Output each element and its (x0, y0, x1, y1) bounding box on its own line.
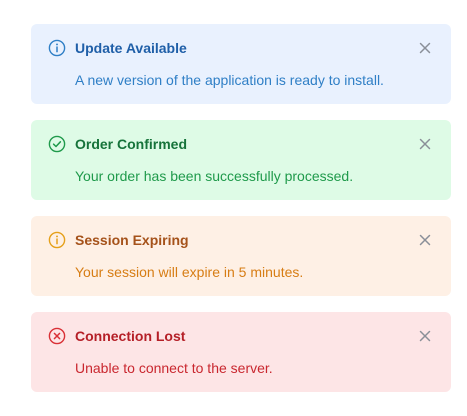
x-circle-icon (48, 327, 66, 345)
close-icon[interactable] (417, 232, 433, 248)
alert-title: Update Available (75, 40, 187, 56)
alert-title: Connection Lost (75, 328, 186, 344)
info-circle-icon (48, 231, 66, 249)
alert-title: Order Confirmed (75, 136, 188, 152)
alert-title: Session Expiring (75, 232, 189, 248)
alert-error: Connection Lost Unable to connect to the… (31, 312, 451, 392)
close-icon[interactable] (417, 136, 433, 152)
info-circle-icon (48, 39, 66, 57)
alert-warning: Session Expiring Your session will expir… (31, 216, 451, 296)
alert-message: Unable to connect to the server. (75, 360, 273, 376)
close-icon[interactable] (417, 40, 433, 56)
alert-message: Your session will expire in 5 minutes. (75, 264, 304, 280)
alert-success: Order Confirmed Your order has been succ… (31, 120, 451, 200)
alert-message: A new version of the application is read… (75, 72, 384, 88)
close-icon[interactable] (417, 328, 433, 344)
alert-info: Update Available A new version of the ap… (31, 24, 451, 104)
alert-message: Your order has been successfully process… (75, 168, 354, 184)
check-circle-icon (48, 135, 66, 153)
alert-stack: Update Available A new version of the ap… (31, 24, 451, 408)
